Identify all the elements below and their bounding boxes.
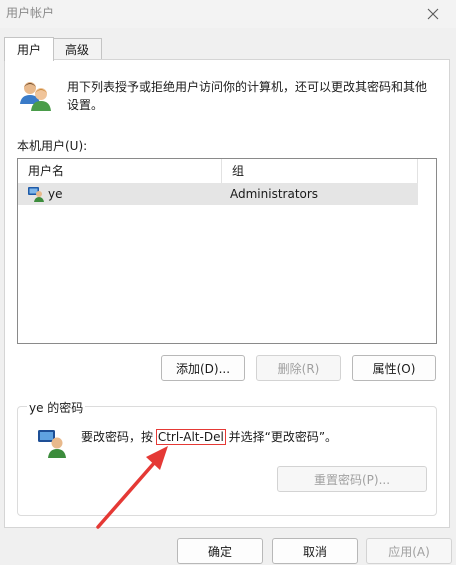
user-row-icon <box>28 187 44 202</box>
properties-button[interactable]: 属性(O) <box>352 355 436 381</box>
apply-button[interactable]: 应用(A) <box>366 538 452 564</box>
users-icon <box>20 82 51 111</box>
password-group <box>17 406 437 516</box>
add-button[interactable]: 添加(D)... <box>161 355 245 381</box>
column-header-username[interactable]: 用户名 <box>18 159 222 183</box>
cancel-button[interactable]: 取消 <box>272 538 358 564</box>
tab-advanced[interactable]: 高级 <box>52 38 102 60</box>
users-tab-panel: 用下列表授予或拒绝用户访问你的计算机，还可以更改其密码和其他设置。 本机用户(U… <box>4 59 450 528</box>
cell-username: ye <box>48 187 63 201</box>
remove-button[interactable]: 删除(R) <box>256 355 341 381</box>
tab-users[interactable]: 用户 <box>4 37 54 61</box>
password-text-after: 并选择“更改密码”。 <box>224 430 338 444</box>
user-key-icon <box>38 430 66 458</box>
reset-password-button[interactable]: 重置密码(P)... <box>277 466 427 492</box>
ctrl-alt-del-highlight: Ctrl-Alt-Del <box>155 429 226 445</box>
close-icon <box>427 8 439 20</box>
password-group-title: ye 的密码 <box>27 399 86 416</box>
local-users-label: 本机用户(U): <box>17 139 88 153</box>
cell-group: Administrators <box>230 187 319 201</box>
intro-text: 用下列表授予或拒绝用户访问你的计算机，还可以更改其密码和其他设置。 <box>67 80 428 112</box>
window-title: 用户帐户 <box>6 6 55 20</box>
ok-button[interactable]: 确定 <box>177 538 263 564</box>
password-instruction: 要改密码，按 Ctrl-Alt-Del 并选择“更改密码”。 <box>81 428 337 445</box>
password-text-before: 要改密码，按 <box>81 430 157 444</box>
local-users-list[interactable]: 用户名 组 ye Administrators <box>17 158 437 344</box>
title-bar: 用户帐户 <box>0 0 456 28</box>
table-row[interactable]: ye Administrators <box>18 183 418 205</box>
list-header: 用户名 组 <box>18 159 436 183</box>
column-header-group[interactable]: 组 <box>222 159 418 183</box>
close-button[interactable] <box>410 0 456 28</box>
